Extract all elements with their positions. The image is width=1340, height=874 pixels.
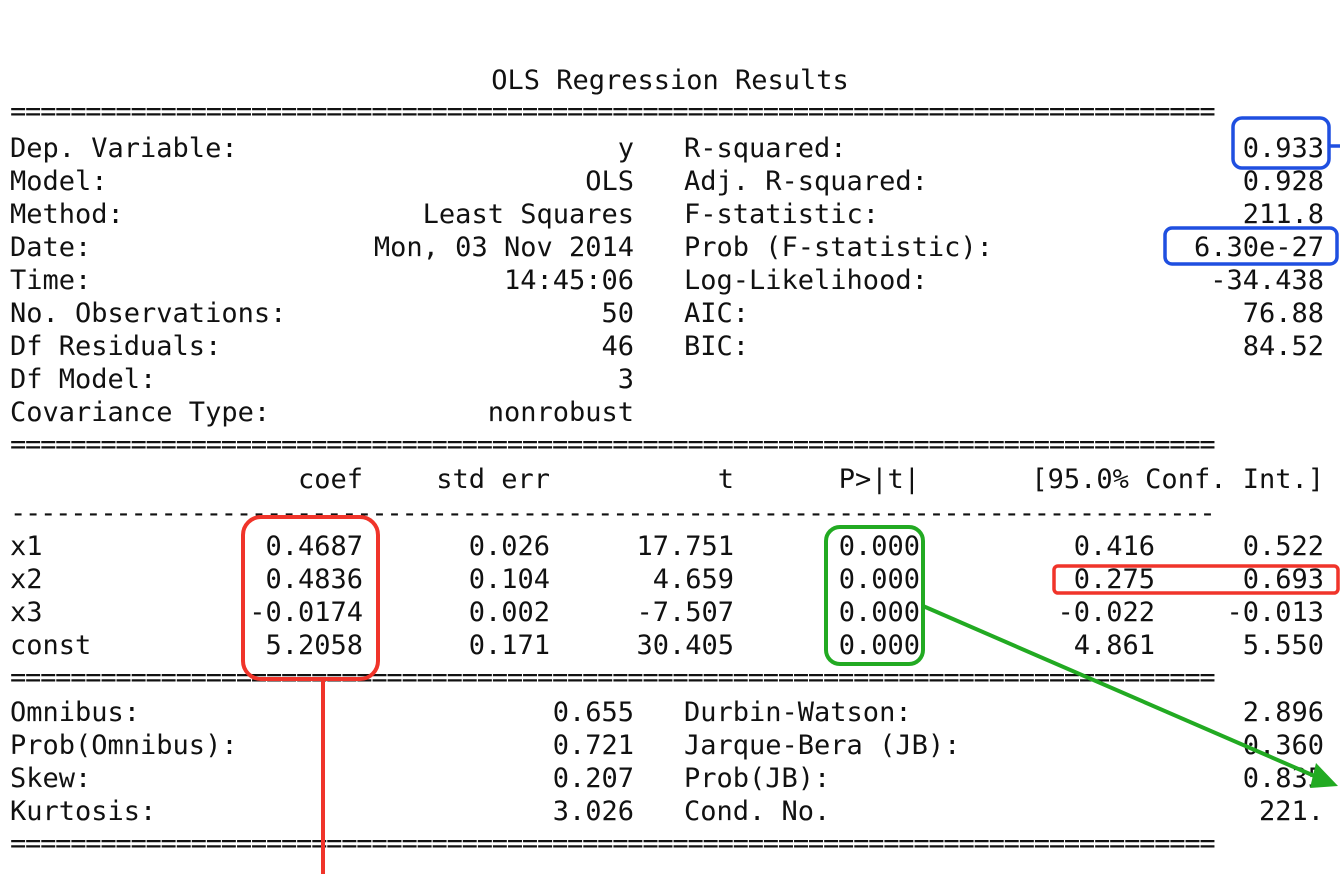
t-value: 30.405 xyxy=(636,630,734,661)
coef-value: 0.4687 xyxy=(265,531,363,562)
kurtosis-value: 3.026 xyxy=(552,796,634,827)
coef-header: coef xyxy=(297,464,363,495)
durbin-watson-label: Durbin-Watson: xyxy=(684,697,912,728)
df-model-value: 3 xyxy=(617,364,634,395)
df-residuals-label: Df Residuals: xyxy=(10,331,222,362)
log-likelihood-label: Log-Likelihood: xyxy=(684,265,928,296)
model-label: Model: xyxy=(10,166,108,197)
r-squared-label: R-squared: xyxy=(684,133,847,164)
p-value: 0.000 xyxy=(838,564,920,595)
bic-value: 84.52 xyxy=(1242,331,1324,362)
t-value: 17.751 xyxy=(636,531,734,562)
row-name: const xyxy=(10,630,92,661)
ci-high-value: 0.693 xyxy=(1242,564,1324,595)
covariance-type-value: nonrobust xyxy=(487,397,634,428)
aic-value: 76.88 xyxy=(1242,298,1324,329)
adj-r-squared-label: Adj. R-squared: xyxy=(684,166,928,197)
jarque-bera-label: Jarque-Bera (JB): xyxy=(684,730,961,761)
df-model-label: Df Model: xyxy=(10,364,157,395)
ci-high-value: -0.013 xyxy=(1226,597,1324,628)
time-value: 14:45:06 xyxy=(503,265,634,296)
std-err-value: 0.104 xyxy=(468,564,550,595)
t-value: 4.659 xyxy=(652,564,734,595)
time-label: Time: xyxy=(10,265,92,296)
rule-dashed: ----------------------------------------… xyxy=(10,506,1216,522)
bic-label: BIC: xyxy=(684,331,750,362)
ci-low-value: 0.275 xyxy=(1073,564,1155,595)
prob-omnibus-value: 0.721 xyxy=(552,730,634,761)
model-value: OLS xyxy=(585,166,634,197)
row-name: x3 xyxy=(10,597,43,628)
rule-mid-2: ========================================… xyxy=(10,670,1216,686)
row-name: x1 xyxy=(10,531,43,562)
date-value: Mon, 03 Nov 2014 xyxy=(373,232,634,263)
coef-value: 5.2058 xyxy=(265,630,363,661)
coef-value: -0.0174 xyxy=(249,597,363,628)
omnibus-label: Omnibus: xyxy=(10,697,141,728)
std-err-header: std err xyxy=(436,464,550,495)
method-value: Least Squares xyxy=(422,199,634,230)
prob-omnibus-label: Prob(Omnibus): xyxy=(10,730,238,761)
ci-low-value: -0.022 xyxy=(1057,597,1155,628)
aic-label: AIC: xyxy=(684,298,750,329)
skew-label: Skew: xyxy=(10,763,92,794)
observations-label: No. Observations: xyxy=(10,298,287,329)
conf-int-header: [95.0% Conf. Int.] xyxy=(1031,464,1324,495)
rule-bottom: ========================================… xyxy=(10,836,1216,852)
cond-no-label: Cond. No. xyxy=(684,796,831,827)
p-value: 0.000 xyxy=(838,531,920,562)
rule-top: ========================================… xyxy=(10,104,1216,120)
prob-jb-value: 0.835 xyxy=(1242,763,1324,794)
skew-value: 0.207 xyxy=(552,763,634,794)
p-value: 0.000 xyxy=(838,630,920,661)
f-statistic-value: 211.8 xyxy=(1242,199,1324,230)
observations-value: 50 xyxy=(601,298,634,329)
rule-mid-1: ========================================… xyxy=(10,437,1216,453)
std-err-value: 0.002 xyxy=(468,597,550,628)
prob-f-statistic-value: 6.30e-27 xyxy=(1193,232,1324,263)
date-label: Date: xyxy=(10,232,92,263)
dep-variable-label: Dep. Variable: xyxy=(10,133,238,164)
std-err-value: 0.026 xyxy=(468,531,550,562)
omnibus-value: 0.655 xyxy=(552,697,634,728)
ci-low-value: 4.861 xyxy=(1073,630,1155,661)
prob-jb-label: Prob(JB): xyxy=(684,763,831,794)
p-value-header: P>|t| xyxy=(838,464,920,495)
prob-f-statistic-label: Prob (F-statistic): xyxy=(684,232,993,263)
r-squared-value: 0.933 xyxy=(1242,133,1324,164)
p-value: 0.000 xyxy=(838,597,920,628)
cond-no-value: 221. xyxy=(1258,796,1324,827)
t-value: -7.507 xyxy=(636,597,734,628)
t-header: t xyxy=(717,464,734,495)
kurtosis-label: Kurtosis: xyxy=(10,796,157,827)
ci-low-value: 0.416 xyxy=(1073,531,1155,562)
method-label: Method: xyxy=(10,199,124,230)
coef-value: 0.4836 xyxy=(265,564,363,595)
jarque-bera-value: 0.360 xyxy=(1242,730,1324,761)
page-title: OLS Regression Results xyxy=(491,65,849,96)
f-statistic-label: F-statistic: xyxy=(684,199,880,230)
df-residuals-value: 46 xyxy=(601,331,634,362)
std-err-value: 0.171 xyxy=(468,630,550,661)
ci-high-value: 5.550 xyxy=(1242,630,1324,661)
covariance-type-label: Covariance Type: xyxy=(10,397,271,428)
ci-high-value: 0.522 xyxy=(1242,531,1324,562)
log-likelihood-value: -34.438 xyxy=(1210,265,1324,296)
adj-r-squared-value: 0.928 xyxy=(1242,166,1324,197)
durbin-watson-value: 2.896 xyxy=(1242,697,1324,728)
dep-variable-value: y xyxy=(617,133,634,164)
row-name: x2 xyxy=(10,564,43,595)
